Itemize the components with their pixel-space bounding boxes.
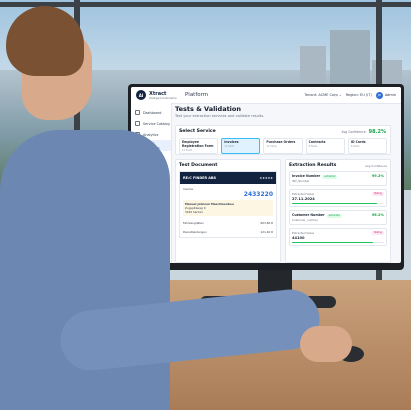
confidence-bar-fill bbox=[292, 202, 377, 205]
confidence-label: Avg Confidence bbox=[341, 130, 366, 134]
status-badge: extracted bbox=[326, 213, 342, 218]
status-badge: extracted bbox=[322, 174, 338, 179]
confidence-bar bbox=[292, 202, 384, 205]
confidence-bar-fill bbox=[292, 241, 373, 244]
confidence-value: 98.2% bbox=[368, 129, 386, 135]
field-value: 44100 bbox=[292, 235, 305, 240]
avg-confidence: Avg Confidence 98.2% bbox=[342, 129, 386, 135]
region-select[interactable]: Region: EU (IT) bbox=[346, 93, 372, 97]
person bbox=[0, 0, 352, 410]
service-option[interactable]: ID Cards 8 fields bbox=[347, 138, 388, 154]
status-tag: Testing bbox=[371, 230, 384, 235]
confidence-label: Avg Confidence bbox=[365, 163, 387, 168]
result-field[interactable]: Extracted Value Testing 27.11.2024 bbox=[289, 188, 387, 208]
field-value: 27.11.2024 bbox=[292, 196, 315, 201]
service-meta: 8 fields bbox=[350, 145, 360, 148]
tenant-select[interactable]: Tenant: ACME Corp ⌄ bbox=[304, 93, 341, 97]
hair bbox=[6, 6, 84, 76]
field-key: INV_Number bbox=[292, 178, 310, 183]
office-photo: AI Xtract Intelligent Automation Platfor… bbox=[0, 0, 411, 410]
service-name: Contracts bbox=[308, 140, 326, 144]
result-field[interactable]: Customer Number extracted 96.2% Customer_n… bbox=[289, 210, 387, 225]
field-key: Customer_number bbox=[292, 217, 318, 222]
service-meta: 9 fields bbox=[308, 145, 318, 148]
confidence-bar bbox=[292, 241, 384, 244]
avatar[interactable]: JD bbox=[375, 91, 383, 99]
confidence-pct: 96.2% bbox=[371, 213, 384, 218]
result-field[interactable]: Extracted Value Testing 44100 bbox=[289, 227, 387, 247]
user-name[interactable]: Admin bbox=[385, 93, 396, 97]
results-list: Invoice Number extracted 99.2% INV_Number … bbox=[286, 168, 390, 252]
service-option[interactable]: Contracts 9 fields bbox=[305, 138, 345, 154]
service-name: ID Cards bbox=[350, 140, 366, 144]
result-field[interactable]: Invoice Number extracted 99.2% INV_Number bbox=[289, 171, 387, 186]
hand bbox=[300, 326, 352, 362]
confidence-pct: 99.2% bbox=[371, 174, 384, 178]
extraction-results-card: Extraction Results Avg Confidence Invoic… bbox=[285, 159, 391, 263]
status-tag: Testing bbox=[371, 191, 384, 196]
